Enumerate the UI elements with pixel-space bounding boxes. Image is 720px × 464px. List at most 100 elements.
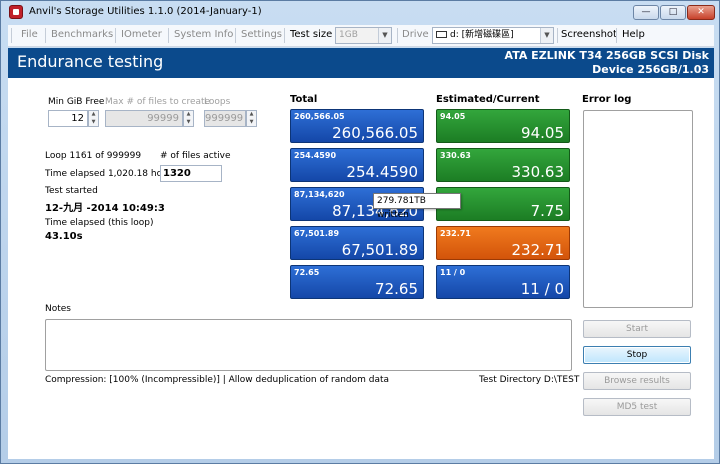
loops-input[interactable]: 999999	[204, 110, 246, 127]
total-tile-rate: 254.4590 254.4590	[290, 148, 424, 182]
estimated-tile-5: 11 / 0 11 / 0	[436, 265, 570, 299]
estimated-heading: Estimated/Current	[436, 94, 540, 105]
test-directory: Test Directory D:\TEST	[479, 375, 580, 385]
page-title: Endurance testing	[17, 52, 164, 71]
arrow-up-icon[interactable]: ▲	[184, 111, 193, 118]
menu-separator	[616, 28, 617, 43]
minimize-button[interactable]: —	[633, 5, 659, 20]
tile-value: 260,566.05	[332, 124, 418, 142]
total-heading: Total	[290, 94, 318, 105]
max-files-stepper[interactable]: ▲ ▼	[183, 110, 194, 127]
app-window: Anvil's Storage Utilities 1.1.0 (2014-Ja…	[0, 0, 720, 464]
tile-value: 232.71	[511, 241, 565, 259]
test-size-select[interactable]: 1GB ▼	[335, 27, 392, 44]
menu-help[interactable]: Help	[622, 29, 645, 40]
estimated-tile-1: 94.05 94.05	[436, 109, 570, 143]
tile-caption: 87,134,620	[294, 190, 345, 199]
min-free-label: Min GiB Free	[48, 97, 105, 107]
error-log-heading: Error log	[582, 94, 632, 105]
tile-value: 11 / 0	[520, 280, 564, 298]
files-active-value: 1320	[160, 165, 222, 182]
tile-caption: 11 / 0	[440, 268, 466, 277]
test-size-label: Test size	[290, 29, 333, 40]
chevron-down-icon: ▼	[540, 28, 553, 43]
drive-value: d: [新增磁碟區]	[450, 30, 514, 40]
min-free-stepper[interactable]: ▲ ▼	[88, 110, 99, 127]
tile-caption: 72.65	[294, 268, 320, 277]
start-button[interactable]: Start	[583, 320, 691, 338]
test-started-value: 12-九月 -2014 10:49:3	[45, 203, 165, 214]
time-loop-label: Time elapsed (this loop)	[45, 218, 154, 228]
drive-select[interactable]: d: [新增磁碟區] ▼	[432, 27, 554, 44]
tile-value: 7.75	[530, 202, 564, 220]
menu-grip	[11, 28, 12, 43]
arrow-down-icon[interactable]: ▼	[247, 119, 256, 126]
menu-settings[interactable]: Settings	[241, 29, 282, 40]
md5-test-button[interactable]: MD5 test	[583, 398, 691, 416]
close-button[interactable]: ✕	[687, 5, 715, 20]
browse-results-button[interactable]: Browse results	[583, 372, 691, 390]
menu-bar: File Benchmarks IOmeter System Info Sett…	[8, 25, 714, 47]
loops-stepper[interactable]: ▲ ▼	[246, 110, 257, 127]
drive-icon	[436, 31, 447, 38]
compression-info: Compression: [100% (Incompressible)] | A…	[45, 375, 390, 385]
tile-value: 67,501.89	[341, 241, 418, 259]
arrow-up-icon[interactable]: ▲	[89, 111, 98, 118]
arrow-up-icon[interactable]: ▲	[247, 111, 256, 118]
maximize-button[interactable]: □	[660, 5, 686, 20]
total-tile-mbps: 67,501.89 67,501.89	[290, 226, 424, 260]
stop-button[interactable]: Stop	[583, 346, 691, 364]
menu-separator	[115, 28, 116, 43]
loop-counter: Loop 1161 of 999999	[45, 151, 142, 161]
window-title: Anvil's Storage Utilities 1.1.0 (2014-Ja…	[29, 6, 262, 17]
menu-separator	[45, 28, 46, 43]
menu-screenshot[interactable]: Screenshot	[561, 29, 617, 40]
tile-caption: 94.05	[440, 112, 466, 121]
title-bar: Anvil's Storage Utilities 1.1.0 (2014-Ja…	[1, 1, 719, 23]
app-logo-icon	[9, 5, 23, 19]
estimated-tile-2: 330.63 330.63	[436, 148, 570, 182]
time-elapsed: Time elapsed 1,020.18 hours	[45, 169, 177, 179]
test-size-value: 1GB	[339, 30, 358, 40]
max-files-input[interactable]: 99999	[105, 110, 183, 127]
menu-separator	[168, 28, 169, 43]
loops-label: Loops	[204, 97, 231, 107]
tile-value: 72.65	[375, 280, 418, 298]
menu-separator	[557, 28, 558, 43]
menu-file[interactable]: File	[21, 29, 38, 40]
menu-iometer[interactable]: IOmeter	[121, 29, 162, 40]
tile-value: 330.63	[511, 163, 565, 181]
main-content: Min GiB Free 12 ▲ ▼ Max # of files to cre…	[8, 78, 714, 459]
menu-separator	[235, 28, 236, 43]
min-free-input[interactable]: 12	[48, 110, 88, 127]
estimated-tile-4: 232.71 232.71	[436, 226, 570, 260]
tile-caption: 254.4590	[294, 151, 337, 160]
test-started-label: Test started	[45, 186, 98, 196]
tile-value: 94.05	[521, 124, 564, 142]
menu-separator	[284, 28, 285, 43]
notes-textarea[interactable]	[45, 319, 572, 371]
menu-system-info[interactable]: System Info	[174, 29, 233, 40]
written-tooltip: 279.781TB written	[373, 193, 461, 220]
page-header: Endurance testing ATA EZLINK T34 256GB S…	[8, 48, 714, 78]
drive-label: Drive	[402, 29, 429, 40]
tile-caption: 232.71	[440, 229, 471, 238]
arrow-down-icon[interactable]: ▼	[89, 119, 98, 126]
tile-caption: 260,566.05	[294, 112, 345, 121]
files-active-label: # of files active	[160, 151, 231, 161]
max-files-label: Max # of files to create	[105, 97, 211, 107]
notes-label: Notes	[45, 304, 71, 314]
device-name: ATA EZLINK T34 256GB SCSI Disk	[504, 49, 709, 62]
total-tile-write-gib: 260,566.05 260,566.05	[290, 109, 424, 143]
arrow-down-icon[interactable]: ▼	[184, 119, 193, 126]
device-info: Device 256GB/1.03	[592, 63, 709, 76]
menu-separator	[397, 28, 398, 43]
tile-value: 254.4590	[346, 163, 418, 181]
time-loop-value: 43.10s	[45, 231, 83, 242]
tile-caption: 330.63	[440, 151, 471, 160]
chevron-down-icon: ▼	[378, 28, 391, 43]
error-log-panel[interactable]	[583, 110, 693, 308]
menu-benchmarks[interactable]: Benchmarks	[51, 29, 113, 40]
tile-caption: 67,501.89	[294, 229, 340, 238]
total-tile-hours: 72.65 72.65	[290, 265, 424, 299]
